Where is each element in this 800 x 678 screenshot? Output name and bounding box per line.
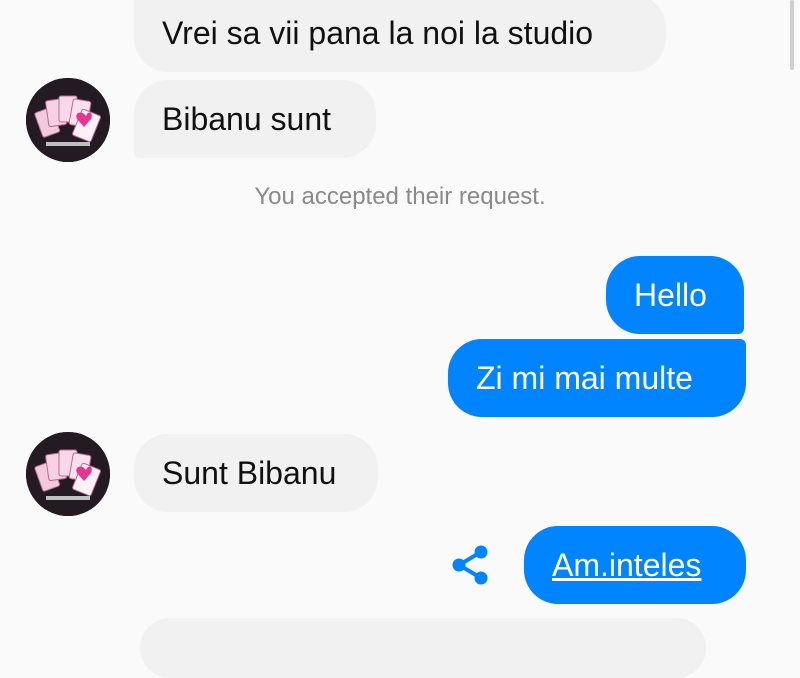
incoming-message[interactable]: Bibanu sunt: [134, 80, 376, 158]
incoming-message[interactable]: Vrei sa vii pana la noi la studio: [134, 0, 666, 72]
contact-avatar[interactable]: [26, 78, 110, 162]
message-link-text[interactable]: Am.inteles: [552, 549, 701, 581]
request-accepted-note: You accepted their request.: [254, 183, 546, 210]
message-text: Bibanu sunt: [162, 101, 332, 137]
outgoing-message[interactable]: Zi mi mai multe: [448, 339, 746, 417]
scrollbar[interactable]: [790, 0, 794, 70]
message-text: Hello: [634, 277, 707, 313]
contact-avatar[interactable]: [26, 432, 110, 516]
incoming-message-partial[interactable]: [140, 618, 706, 678]
playing-cards-logo-icon: [26, 432, 110, 516]
playing-cards-logo-icon: [26, 78, 110, 162]
share-icon[interactable]: [448, 543, 492, 587]
message-text: Zi mi mai multe: [476, 360, 693, 396]
incoming-message[interactable]: Sunt Bibanu: [134, 434, 378, 512]
chat-thread: Vrei sa vii pana la noi la studio Bibanu…: [0, 0, 800, 678]
message-text: Sunt Bibanu: [162, 455, 337, 491]
outgoing-link-message[interactable]: Am.inteles: [524, 526, 746, 604]
outgoing-message[interactable]: Hello: [606, 256, 744, 334]
message-text: Vrei sa vii pana la noi la studio: [162, 15, 594, 51]
